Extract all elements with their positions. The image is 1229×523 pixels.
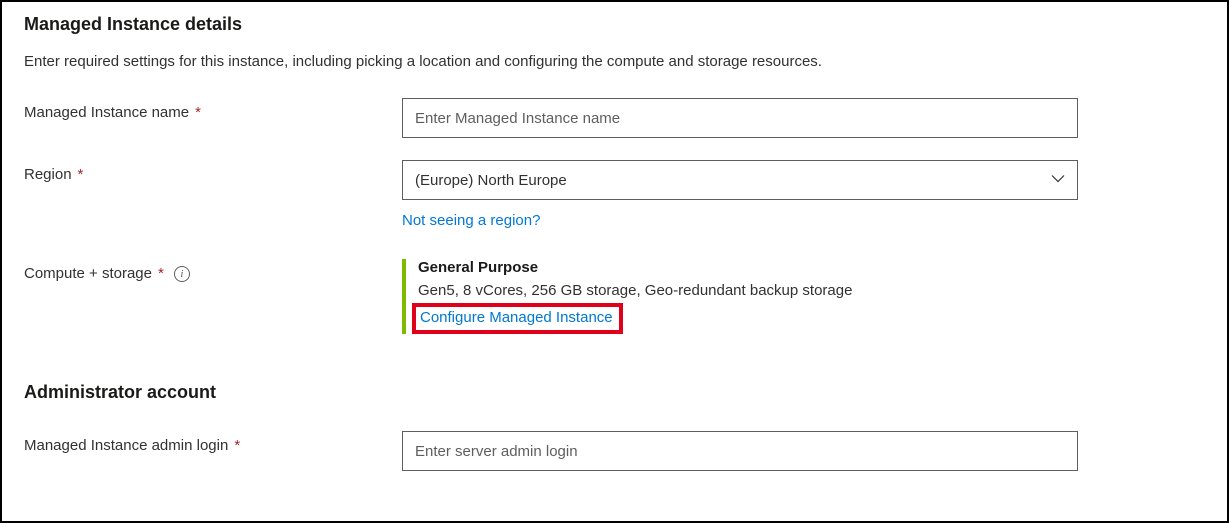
region-select-value: (Europe) North Europe xyxy=(415,172,567,189)
region-help-link[interactable]: Not seeing a region? xyxy=(402,212,540,229)
form-panel: Managed Instance details Enter required … xyxy=(0,0,1229,523)
instance-name-label-text: Managed Instance name xyxy=(24,104,189,121)
compute-label-text: Compute + storage xyxy=(24,265,152,282)
region-row: Region * (Europe) North Europe xyxy=(24,160,1205,200)
compute-tier: General Purpose xyxy=(418,259,1078,276)
instance-details-description: Enter required settings for this instanc… xyxy=(24,53,1205,70)
region-select-wrap: (Europe) North Europe xyxy=(402,160,1078,200)
admin-account-title: Administrator account xyxy=(24,382,1205,403)
region-select[interactable]: (Europe) North Europe xyxy=(402,160,1078,200)
compute-control: General Purpose Gen5, 8 vCores, 256 GB s… xyxy=(402,259,1078,334)
admin-login-row: Managed Instance admin login * xyxy=(24,431,1205,471)
region-label-text: Region xyxy=(24,166,72,183)
compute-row: Compute + storage * i General Purpose Ge… xyxy=(24,259,1205,334)
required-star: * xyxy=(158,265,164,282)
info-icon[interactable]: i xyxy=(174,266,190,282)
admin-login-control xyxy=(402,431,1078,471)
instance-name-control xyxy=(402,98,1078,138)
instance-details-title: Managed Instance details xyxy=(24,14,1205,35)
compute-spec: Gen5, 8 vCores, 256 GB storage, Geo-redu… xyxy=(418,282,1078,299)
compute-info-box: General Purpose Gen5, 8 vCores, 256 GB s… xyxy=(402,259,1078,334)
configure-instance-link[interactable]: Configure Managed Instance xyxy=(420,309,613,326)
instance-name-label: Managed Instance name * xyxy=(24,98,402,121)
instance-name-input[interactable] xyxy=(402,98,1078,138)
instance-name-row: Managed Instance name * xyxy=(24,98,1205,138)
required-star: * xyxy=(234,437,240,454)
configure-highlight: Configure Managed Instance xyxy=(412,303,623,334)
compute-label: Compute + storage * i xyxy=(24,259,402,282)
region-control: (Europe) North Europe xyxy=(402,160,1078,200)
required-star: * xyxy=(195,104,201,121)
required-star: * xyxy=(78,166,84,183)
admin-login-label: Managed Instance admin login * xyxy=(24,431,402,454)
admin-login-input[interactable] xyxy=(402,431,1078,471)
region-help-block: Not seeing a region? xyxy=(402,212,1205,229)
admin-login-label-text: Managed Instance admin login xyxy=(24,437,228,454)
region-label: Region * xyxy=(24,160,402,183)
